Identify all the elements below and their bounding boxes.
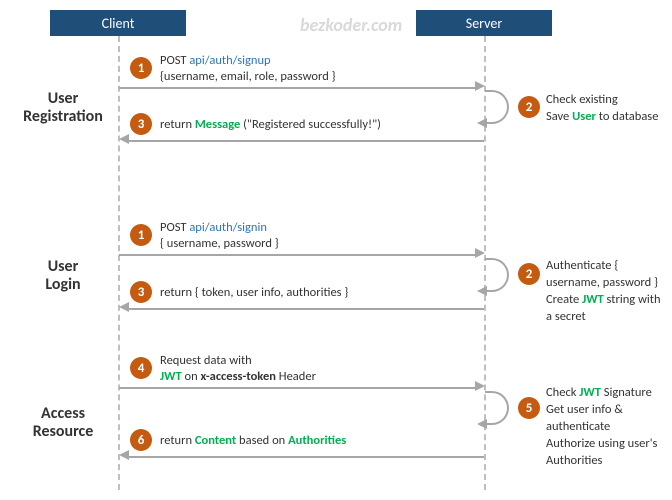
step-acc-5-badge: 5 [518, 397, 540, 419]
server-lifeline-head: Server [416, 10, 552, 36]
arrow-reg-3-head [119, 134, 129, 144]
client-lifeline-head: Client [50, 10, 186, 36]
step-reg-2-badge: 2 [518, 96, 540, 118]
arrow-acc-6 [128, 456, 484, 458]
step-reg-3-badge: 3 [130, 113, 152, 135]
arrow-acc-6-head [119, 450, 129, 460]
arrow-reg-1-head [475, 81, 485, 91]
step-acc-4-badge: 4 [130, 357, 152, 379]
section-login-label: UserLogin [8, 258, 118, 293]
arrow-login-3-head [119, 302, 129, 312]
step-login-2-badge: 2 [518, 263, 540, 285]
section-registration-label: UserRegistration [8, 90, 118, 125]
arrow-login-1 [119, 254, 475, 256]
step-login-1-badge: 1 [130, 224, 152, 246]
arrow-acc-4-head [475, 381, 485, 391]
watermark: bezkoder.com [300, 14, 402, 36]
step-acc-5-text: Check JWT Signature Get user info & auth… [546, 385, 666, 469]
arrow-reg-3 [128, 140, 484, 142]
self-arc-access [485, 391, 509, 425]
arrow-login-3 [128, 308, 484, 310]
step-reg-2-text: Check existing Save User to database [546, 92, 658, 126]
arrow-reg-1 [119, 87, 475, 89]
step-acc-6-badge: 6 [130, 429, 152, 451]
step-reg-1-text: POST api/auth/signup {username, email, r… [160, 53, 336, 84]
client-lifeline [118, 36, 120, 490]
step-acc-4-text: Request data with JWT on x-access-token … [160, 353, 316, 384]
step-reg-1-badge: 1 [130, 57, 152, 79]
step-reg-3-text: return Message ("Registered successfully… [160, 117, 381, 133]
step-login-3-badge: 3 [130, 281, 152, 303]
step-acc-6-text: return Content based on Authorities [160, 433, 346, 449]
step-login-1-text: POST api/auth/signin { username, passwor… [160, 220, 279, 251]
step-login-3-text: return { token, user info, authorities } [160, 285, 348, 301]
self-arc-reg [485, 90, 509, 124]
self-arc-login [485, 258, 509, 292]
step-login-2-text: Authenticate { username, password } Crea… [546, 258, 666, 326]
arrow-login-1-head [475, 248, 485, 258]
arrow-acc-4 [119, 387, 475, 389]
section-access-label: AccessResource [8, 405, 118, 440]
